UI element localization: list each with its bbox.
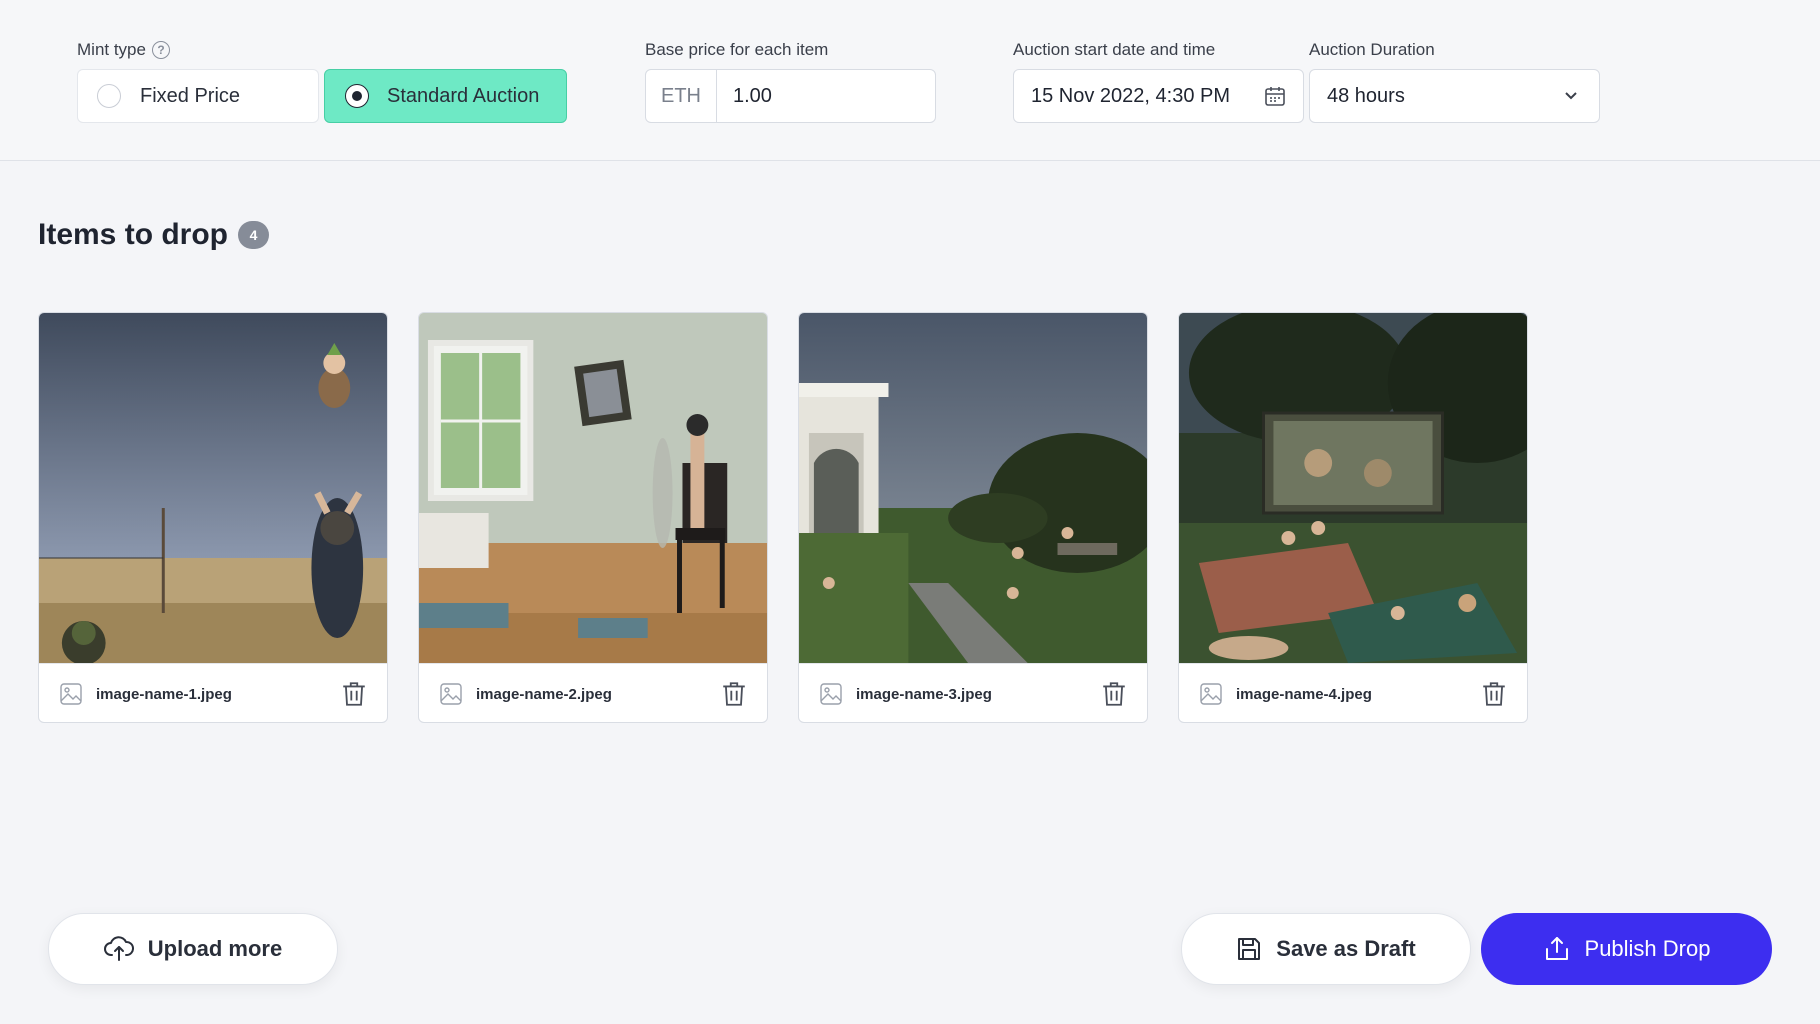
mint-type-label: Mint type ? bbox=[77, 40, 170, 60]
item-card-footer: image-name-1.jpeg bbox=[39, 663, 387, 722]
trash-icon[interactable] bbox=[341, 680, 367, 708]
items-section-title: Items to drop 4 bbox=[38, 218, 270, 252]
cloud-upload-icon bbox=[103, 936, 134, 961]
save-as-draft-button[interactable]: Save as Draft bbox=[1181, 913, 1471, 985]
mint-type-standard-auction-option[interactable]: Standard Auction bbox=[324, 69, 567, 123]
chevron-down-icon[interactable] bbox=[1561, 86, 1581, 106]
calendar-icon[interactable] bbox=[1263, 84, 1287, 108]
item-image-4 bbox=[1179, 313, 1527, 663]
publish-drop-button[interactable]: Publish Drop bbox=[1481, 913, 1772, 985]
item-image-2 bbox=[419, 313, 767, 663]
items-count-badge: 4 bbox=[238, 221, 270, 249]
item-card-footer: image-name-3.jpeg bbox=[799, 663, 1147, 722]
base-price-field[interactable]: ETH 1.00 bbox=[645, 69, 936, 123]
item-image-1 bbox=[39, 313, 387, 663]
trash-icon[interactable] bbox=[1101, 680, 1127, 708]
share-upload-icon bbox=[1545, 937, 1568, 960]
auction-duration-value: 48 hours bbox=[1327, 84, 1405, 107]
base-price-value[interactable]: 1.00 bbox=[717, 85, 772, 108]
upload-more-label: Upload more bbox=[147, 936, 283, 961]
trash-icon[interactable] bbox=[721, 680, 747, 708]
image-file-icon bbox=[820, 683, 842, 705]
mint-type-fixed-price-option[interactable]: Fixed Price bbox=[77, 69, 319, 123]
publish-drop-label: Publish Drop bbox=[1584, 936, 1711, 961]
save-as-draft-label: Save as Draft bbox=[1276, 936, 1416, 961]
auction-start-value: 15 Nov 2022, 4:30 PM bbox=[1031, 84, 1231, 107]
standard-auction-label: Standard Auction bbox=[387, 84, 540, 107]
trash-icon[interactable] bbox=[1481, 680, 1507, 708]
image-file-icon bbox=[1200, 683, 1222, 705]
auction-start-field[interactable]: 15 Nov 2022, 4:30 PM bbox=[1013, 69, 1304, 123]
item-image-3 bbox=[799, 313, 1147, 663]
floppy-disk-icon bbox=[1238, 938, 1261, 960]
radio-checked-icon[interactable] bbox=[345, 84, 369, 108]
radio-unchecked-icon[interactable] bbox=[97, 84, 121, 108]
drop-config-bar: Mint type ? Fixed Price Standard Auction… bbox=[0, 0, 1820, 161]
item-card-footer: image-name-4.jpeg bbox=[1179, 663, 1527, 722]
help-icon[interactable]: ? bbox=[151, 41, 170, 59]
item-file-name: image-name-2.jpeg bbox=[476, 685, 612, 703]
auction-start-label: Auction start date and time bbox=[1013, 40, 1216, 59]
item-card-3[interactable]: image-name-3.jpeg bbox=[798, 312, 1148, 723]
item-card-1[interactable]: image-name-1.jpeg bbox=[38, 312, 388, 723]
image-file-icon bbox=[60, 683, 82, 705]
item-card-2[interactable]: image-name-2.jpeg bbox=[418, 312, 768, 723]
image-file-icon bbox=[440, 683, 462, 705]
base-price-label: Base price for each item bbox=[645, 40, 829, 59]
auction-duration-label: Auction Duration bbox=[1309, 40, 1435, 59]
auction-duration-select[interactable]: 48 hours bbox=[1309, 69, 1600, 123]
item-card-4[interactable]: image-name-4.jpeg bbox=[1178, 312, 1528, 723]
item-file-name: image-name-4.jpeg bbox=[1236, 685, 1372, 703]
item-file-name: image-name-3.jpeg bbox=[856, 685, 992, 703]
item-card-footer: image-name-2.jpeg bbox=[419, 663, 767, 722]
fixed-price-label: Fixed Price bbox=[140, 84, 241, 107]
page-title: Items to drop bbox=[38, 218, 229, 251]
upload-more-button[interactable]: Upload more bbox=[48, 913, 338, 985]
currency-prefix: ETH bbox=[646, 70, 717, 122]
item-file-name: image-name-1.jpeg bbox=[96, 685, 232, 703]
